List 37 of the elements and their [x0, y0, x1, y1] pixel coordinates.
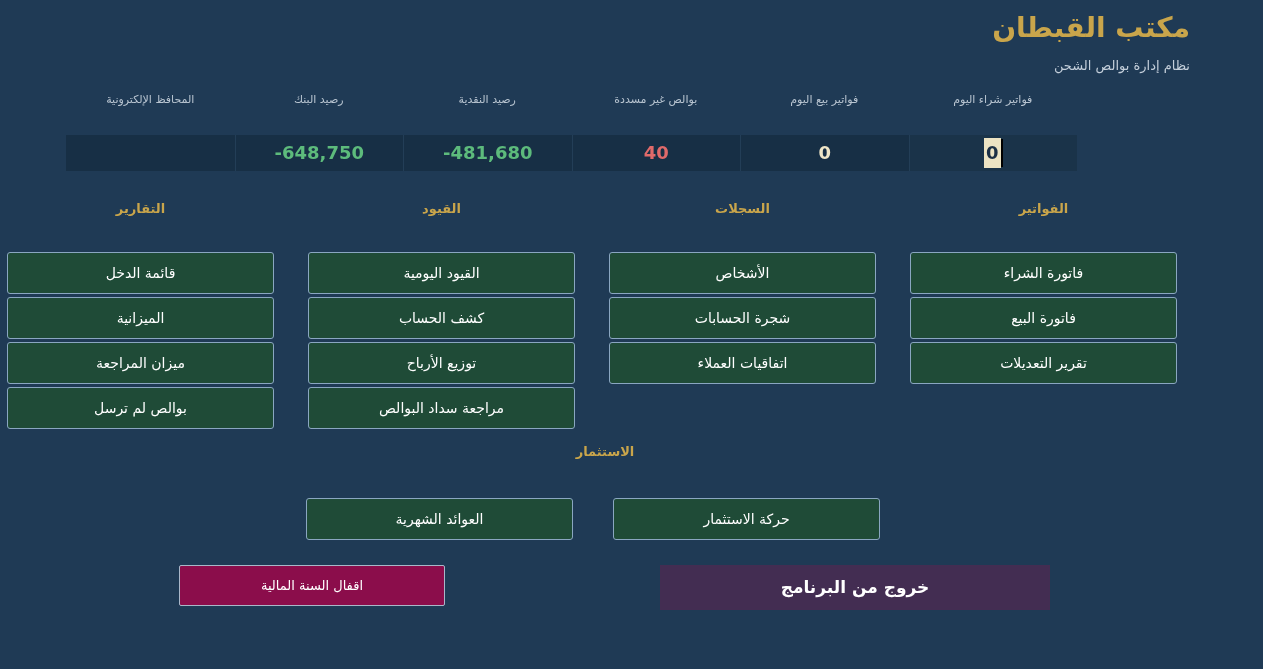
stat-label: بوالص غير مسددة	[614, 92, 698, 108]
stat-value: 0	[818, 141, 831, 165]
menu-button[interactable]: ميزان المراجعة	[7, 342, 274, 384]
menu-button[interactable]: فاتورة البيع	[910, 297, 1177, 339]
stat-label: رصيد النقدية	[458, 92, 516, 108]
menu-button[interactable]: شجرة الحسابات	[609, 297, 876, 339]
menu-button[interactable]: العوائد الشهرية	[306, 498, 573, 540]
section-title: التقارير	[115, 200, 166, 218]
stat-label: فواتير شراء اليوم	[953, 92, 1033, 108]
close-year-button[interactable]: اقفال السنة المالية	[179, 565, 445, 606]
stat-value: 0	[984, 138, 1001, 168]
stat-label: المحافظ الإلكترونية	[106, 92, 195, 108]
menu-button[interactable]: قائمة الدخل	[7, 252, 274, 294]
menu-button[interactable]: مراجعة سداد البوالص	[308, 387, 575, 429]
stat-value: 40	[643, 141, 669, 165]
stat-value: -481,680	[443, 141, 533, 165]
section-title: السجلات	[715, 200, 770, 218]
menu-button[interactable]: بوالص لم ترسل	[7, 387, 274, 429]
section-title: القيود	[422, 200, 461, 218]
stat-label: رصيد البنك	[293, 92, 344, 108]
exit-button[interactable]: خروج من البرنامج	[660, 565, 1050, 610]
menu-button[interactable]: كشف الحساب	[308, 297, 575, 339]
menu-button[interactable]: فاتورة الشراء	[910, 252, 1177, 294]
menu-button[interactable]: اتفاقيات العملاء	[609, 342, 876, 384]
stat-label: فواتير بيع اليوم	[790, 92, 859, 108]
stat-value: -648,750	[274, 141, 364, 165]
menu-button[interactable]: الأشخاص	[609, 252, 876, 294]
app-subtitle: نظام إدارة بوالص الشحن	[1053, 57, 1190, 75]
menu-button[interactable]: تقرير التعديلات	[910, 342, 1177, 384]
menu-button[interactable]: حركة الاستثمار	[613, 498, 880, 540]
menu-button[interactable]: الميزانية	[7, 297, 274, 339]
menu-button[interactable]: توزيع الأرباح	[308, 342, 575, 384]
section-title: الاستثمار	[575, 443, 635, 461]
app-title: مكتب القبطان	[992, 10, 1190, 46]
menu-button[interactable]: القيود اليومية	[308, 252, 575, 294]
section-title: الفواتير	[1018, 200, 1069, 218]
text-caret-icon	[1000, 139, 1003, 167]
